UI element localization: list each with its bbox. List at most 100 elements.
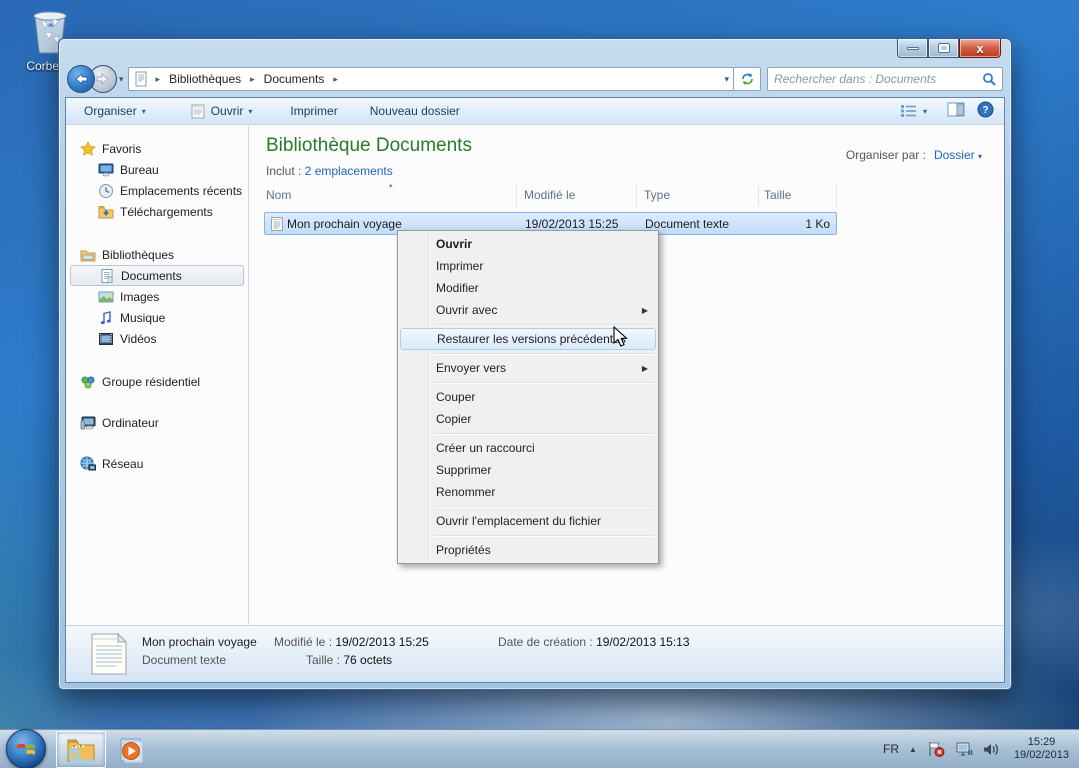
print-button[interactable]: Imprimer bbox=[282, 101, 345, 121]
nav-history-dropdown[interactable]: ▾ bbox=[119, 74, 124, 85]
taskbar-media-player-button[interactable] bbox=[106, 731, 156, 768]
sidebar-group-homegroup[interactable]: Groupe résidentiel bbox=[66, 371, 248, 392]
details-file-type: Document texte bbox=[142, 653, 227, 667]
volume-icon[interactable] bbox=[983, 742, 1000, 757]
sidebar-item-label: Emplacements récents bbox=[120, 183, 243, 198]
menu-item-label: Copier bbox=[436, 412, 472, 426]
taskbar-explorer-button[interactable] bbox=[56, 731, 106, 768]
action-center-flag-icon[interactable] bbox=[927, 741, 945, 757]
preview-pane-icon bbox=[947, 102, 965, 117]
maximize-button[interactable] bbox=[928, 39, 959, 58]
details-modified: Modifié le : 19/02/2013 15:25 bbox=[274, 635, 429, 649]
start-button[interactable] bbox=[6, 729, 46, 768]
details-size-value: 76 octets bbox=[343, 653, 393, 667]
sidebar-item-musique[interactable]: Musique bbox=[66, 307, 248, 328]
sidebar-item-label: Vidéos bbox=[120, 331, 157, 346]
open-label: Ouvrir bbox=[210, 104, 244, 118]
taskbar-clock[interactable]: 15:29 19/02/2013 bbox=[1010, 736, 1069, 762]
title-bar[interactable]: x bbox=[59, 39, 1011, 63]
menu-item-proprietes[interactable]: Propriétés bbox=[400, 539, 656, 561]
computer-icon bbox=[80, 415, 96, 431]
menu-separator bbox=[434, 382, 654, 383]
sidebar-item-videos[interactable]: Vidéos bbox=[66, 328, 248, 349]
minimize-button[interactable] bbox=[897, 39, 928, 58]
menu-item-ouvrir-emplacement[interactable]: Ouvrir l'emplacement du fichier bbox=[400, 510, 656, 532]
sidebar-item-documents[interactable]: Documents bbox=[70, 265, 244, 286]
sidebar-group-favorites[interactable]: Favoris bbox=[66, 138, 248, 159]
menu-item-imprimer[interactable]: Imprimer bbox=[400, 255, 656, 277]
change-view-button[interactable]: ▾ bbox=[892, 101, 935, 121]
menu-item-ouvrir[interactable]: Ouvrir bbox=[400, 233, 656, 255]
libraries-folder-icon bbox=[80, 247, 96, 263]
sidebar-item-telechargements[interactable]: Téléchargements bbox=[66, 201, 248, 222]
menu-item-couper[interactable]: Couper bbox=[400, 386, 656, 408]
sidebar-item-label: Bureau bbox=[120, 162, 159, 177]
menu-item-supprimer[interactable]: Supprimer bbox=[400, 459, 656, 481]
menu-item-renommer[interactable]: Renommer bbox=[400, 481, 656, 503]
recent-places-icon bbox=[98, 183, 114, 199]
chevron-down-icon: ▾ bbox=[922, 106, 927, 116]
open-button[interactable]: Ouvrir ▾ bbox=[182, 100, 261, 122]
menu-separator bbox=[434, 433, 654, 434]
menu-separator bbox=[434, 353, 654, 354]
minimize-icon bbox=[906, 46, 919, 50]
document-icon bbox=[99, 268, 115, 284]
sidebar-group-label: Réseau bbox=[102, 456, 144, 471]
clock-date: 19/02/2013 bbox=[1013, 749, 1069, 761]
includes-label: Inclut : bbox=[266, 164, 302, 178]
text-document-large-icon bbox=[90, 632, 128, 679]
menu-item-modifier[interactable]: Modifier bbox=[400, 277, 656, 299]
sidebar-group-label: Groupe résidentiel bbox=[102, 374, 201, 389]
organize-button[interactable]: Organiser ▾ bbox=[76, 101, 154, 121]
column-header-size[interactable]: Taille bbox=[764, 188, 791, 202]
refresh-button[interactable] bbox=[734, 67, 761, 91]
column-header-type[interactable]: Type bbox=[644, 188, 670, 202]
sidebar-item-bureau[interactable]: Bureau bbox=[66, 159, 248, 180]
arrange-by[interactable]: Organiser par : Dossier ▾ bbox=[846, 148, 982, 162]
menu-item-label: Couper bbox=[436, 390, 476, 404]
sidebar-item-label: Documents bbox=[121, 268, 182, 283]
column-header-row: ▴ Nom Modifié le Type Taille bbox=[249, 182, 1004, 208]
sidebar-group-network[interactable]: Réseau bbox=[66, 453, 248, 474]
new-folder-button[interactable]: Nouveau dossier bbox=[362, 101, 468, 121]
column-header-modified[interactable]: Modifié le bbox=[524, 188, 575, 202]
tray-expand-icon[interactable]: ▲ bbox=[909, 745, 917, 754]
close-button[interactable]: x bbox=[959, 39, 1001, 58]
includes-locations-link[interactable]: 2 emplacements bbox=[305, 164, 393, 178]
file-size: 1 Ko bbox=[805, 216, 830, 231]
chevron-down-icon: ▾ bbox=[977, 152, 982, 161]
svg-text:?: ? bbox=[982, 105, 988, 116]
menu-separator bbox=[434, 535, 654, 536]
sidebar-group-libraries[interactable]: Bibliothèques bbox=[66, 244, 248, 265]
sidebar-item-emplacements-recents[interactable]: Emplacements récents bbox=[66, 180, 248, 201]
search-placeholder: Rechercher dans : Documents bbox=[774, 72, 937, 86]
network-globe-icon bbox=[80, 456, 96, 472]
sidebar-group-label: Favoris bbox=[102, 141, 142, 156]
preview-pane-button[interactable] bbox=[947, 102, 965, 120]
menu-item-creer-raccourci[interactable]: Créer un raccourci bbox=[400, 437, 656, 459]
navigation-pane: Favoris Bureau Emplacements récents Télé… bbox=[66, 126, 249, 625]
submenu-arrow-icon: ▶ bbox=[641, 363, 648, 373]
sidebar-group-computer[interactable]: Ordinateur bbox=[66, 412, 248, 433]
print-label: Imprimer bbox=[290, 104, 338, 118]
address-breadcrumb[interactable]: ▸ Bibliothèques ▸ Documents ▸ ▾ bbox=[127, 67, 734, 91]
network-status-icon[interactable] bbox=[955, 742, 973, 757]
sidebar-group-label: Bibliothèques bbox=[102, 247, 175, 262]
breadcrumb-separator-icon: ▸ bbox=[333, 73, 338, 84]
column-header-name[interactable]: Nom bbox=[266, 188, 291, 202]
menu-item-copier[interactable]: Copier bbox=[400, 408, 656, 430]
explorer-folder-icon bbox=[67, 739, 95, 762]
search-input[interactable]: Rechercher dans : Documents bbox=[767, 67, 1003, 91]
language-indicator[interactable]: FR bbox=[883, 742, 899, 756]
address-dropdown-icon[interactable]: ▾ bbox=[724, 74, 729, 85]
sidebar-item-images[interactable]: Images bbox=[66, 286, 248, 307]
help-button[interactable]: ? bbox=[977, 101, 994, 121]
menu-item-label: Restaurer les versions précédentes bbox=[437, 332, 626, 346]
menu-item-ouvrir-avec[interactable]: Ouvrir avec ▶ bbox=[400, 299, 656, 321]
breadcrumb-documents[interactable]: Documents bbox=[262, 71, 327, 87]
back-button[interactable] bbox=[67, 65, 95, 93]
details-size: Taille : 76 octets bbox=[306, 653, 392, 667]
breadcrumb-libraries[interactable]: Bibliothèques bbox=[167, 71, 243, 87]
menu-item-envoyer-vers[interactable]: Envoyer vers ▶ bbox=[400, 357, 656, 379]
search-icon[interactable] bbox=[982, 72, 996, 86]
